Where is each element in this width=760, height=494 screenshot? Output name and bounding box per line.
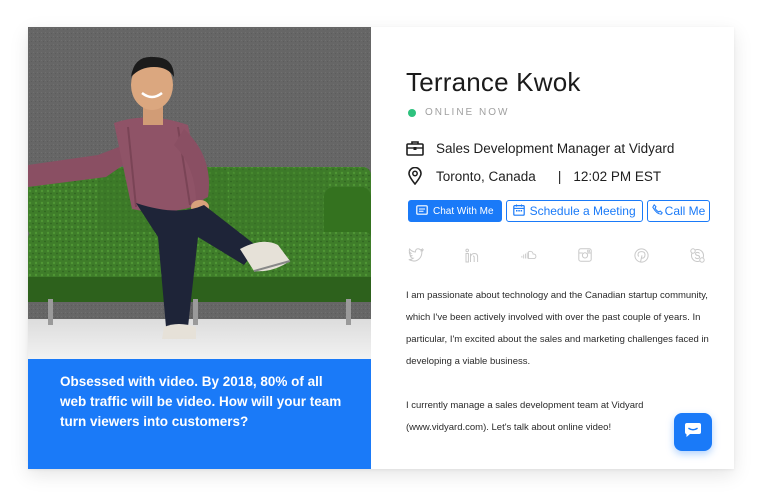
schedule-meeting-label: Schedule a Meeting <box>529 204 636 218</box>
profile-photo <box>28 27 371 359</box>
bio-paragraph-2: I currently manage a sales development t… <box>406 400 644 433</box>
briefcase-icon <box>406 139 424 157</box>
twitter-icon[interactable] <box>408 247 424 263</box>
chat-launcher-button[interactable] <box>674 413 712 451</box>
chat-with-me-button[interactable]: Chat With Me <box>408 200 502 222</box>
chat-with-me-label: Chat With Me <box>433 205 494 217</box>
action-buttons: Chat With Me Schedule a Meeting Call Me <box>408 200 711 222</box>
bio: I am passionate about technology and the… <box>406 285 716 439</box>
bio-paragraph-1: I am passionate about technology and the… <box>406 290 709 367</box>
chat-icon <box>416 204 428 218</box>
right-panel: Terrance Kwok ONLINE NOW Sales Developme… <box>371 27 734 469</box>
location-pin-icon <box>406 167 424 185</box>
soundcloud-icon[interactable] <box>521 247 537 263</box>
schedule-meeting-button[interactable]: Schedule a Meeting <box>505 200 643 222</box>
location-separator: | <box>557 168 562 184</box>
call-me-button[interactable]: Call Me <box>646 200 711 222</box>
calendar-icon <box>512 204 525 219</box>
status-text: ONLINE NOW <box>425 107 510 118</box>
call-me-label: Call Me <box>664 204 706 218</box>
status-dot-icon <box>408 108 416 117</box>
chat-bubble-icon <box>684 422 702 443</box>
skype-icon[interactable] <box>690 247 706 263</box>
left-panel: Obsessed with video. By 2018, 80% of all… <box>28 27 371 469</box>
profile-card: Obsessed with video. By 2018, 80% of all… <box>28 27 734 469</box>
profile-name: Terrance Kwok <box>406 67 581 97</box>
instagram-icon[interactable] <box>577 247 593 263</box>
phone-icon <box>651 203 663 218</box>
location-row: Toronto, Canada | 12:02 PM EST <box>406 167 661 185</box>
role-row: Sales Development Manager at Vidyard <box>406 139 674 157</box>
page: Obsessed with video. By 2018, 80% of all… <box>0 0 760 494</box>
local-time: 12:02 PM EST <box>573 168 662 184</box>
promo-banner: Obsessed with video. By 2018, 80% of all… <box>28 359 371 469</box>
linkedin-icon[interactable] <box>464 247 480 263</box>
online-status: ONLINE NOW <box>408 107 509 118</box>
social-links <box>408 247 706 263</box>
pinterest-icon[interactable] <box>634 247 650 263</box>
promo-quote: Obsessed with video. By 2018, 80% of all… <box>60 374 342 429</box>
location-text: Toronto, Canada <box>436 168 536 184</box>
role-text: Sales Development Manager at Vidyard <box>436 140 675 156</box>
